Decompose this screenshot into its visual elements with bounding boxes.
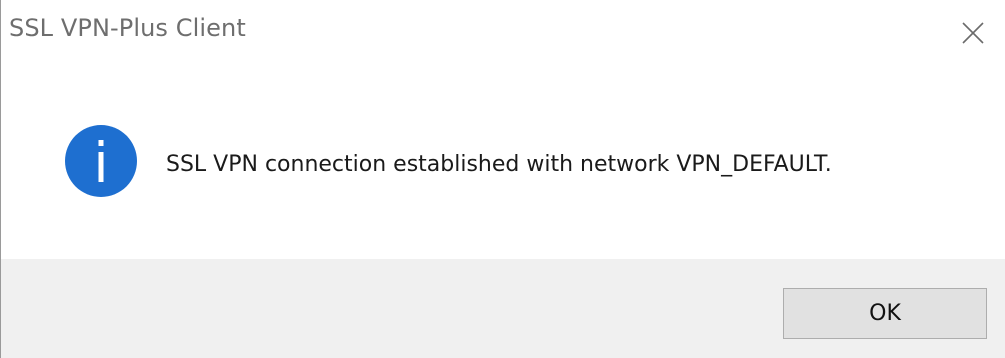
dialog-content: SSL VPN connection established with netw…: [1, 66, 1005, 259]
dialog-footer: OK: [1, 259, 1005, 358]
close-icon: [962, 22, 984, 44]
title-bar: SSL VPN-Plus Client: [1, 0, 1005, 66]
ok-button[interactable]: OK: [783, 288, 987, 339]
info-icon: [64, 124, 138, 198]
close-button[interactable]: [941, 0, 1005, 66]
message-text: SSL VPN connection established with netw…: [166, 152, 832, 177]
window-title: SSL VPN-Plus Client: [9, 14, 246, 42]
message-dialog: SSL VPN-Plus Client SSL VPN connection e…: [0, 0, 1005, 358]
